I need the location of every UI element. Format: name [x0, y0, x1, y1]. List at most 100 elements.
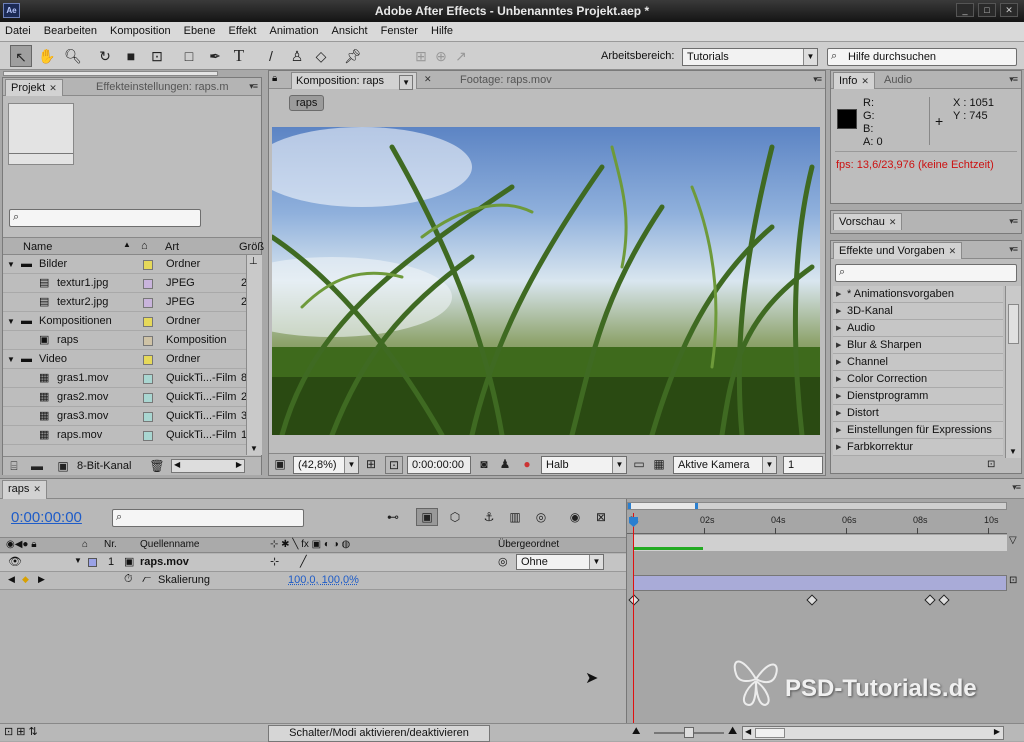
tab-audio[interactable]: Audio [879, 72, 917, 89]
text-tool-icon[interactable]: T [228, 45, 250, 67]
panel-menu-icon[interactable]: ▾≡ [1009, 74, 1018, 85]
graph-editor-icon[interactable]: ⊠ [590, 509, 612, 525]
help-search-field[interactable]: ⌕ Hilfe durchsuchen [827, 48, 1017, 66]
menu-fenster[interactable]: Fenster [376, 22, 423, 37]
scroll-down-icon[interactable]: ▼ [250, 444, 258, 453]
comp-mini-flowchart-icon[interactable]: ⊷ [382, 509, 404, 525]
effects-category[interactable]: Farbkorrektur [833, 439, 1003, 456]
view-axis-icon[interactable]: ↗ [450, 45, 472, 67]
label-color-swatch[interactable] [143, 298, 153, 308]
menu-animation[interactable]: Animation [265, 22, 324, 37]
axis-mode-icon[interactable]: ⊞ [410, 45, 432, 67]
menu-ansicht[interactable]: Ansicht [327, 22, 373, 37]
new-preset-icon[interactable]: ⊡ [987, 459, 995, 470]
close-icon[interactable]: ✕ [424, 74, 432, 85]
project-item[interactable]: ▦ gras3.mov QuickTi...-Film 3 [3, 407, 247, 426]
maximize-button[interactable]: □ [978, 3, 996, 17]
region-of-interest-icon[interactable]: ▭ [631, 456, 647, 472]
project-scrollbar[interactable]: ⊥ ▼ [246, 255, 262, 455]
new-folder-icon[interactable]: ▬ [29, 458, 45, 474]
trash-icon[interactable]: 🗑︎ [149, 458, 165, 474]
effects-category[interactable]: Audio [833, 320, 1003, 337]
hand-tool-icon[interactable]: ✋ [36, 45, 58, 67]
selection-tool-icon[interactable]: ↖ [10, 45, 32, 67]
clone-stamp-tool-icon[interactable]: ♙ [286, 45, 308, 67]
comp-timecode-field[interactable]: 0:00:00:00 [407, 456, 471, 474]
effects-category[interactable]: Color Correction [833, 371, 1003, 388]
snapshot-camera-icon[interactable]: ◙ [476, 456, 492, 472]
effects-category[interactable]: Einstellungen für Expressions [833, 422, 1003, 439]
comp-marker-icon[interactable]: ▽ [1009, 535, 1017, 546]
effects-category[interactable]: 3D-Kanal [833, 303, 1003, 320]
camera-tool-icon[interactable]: ■ [120, 45, 142, 67]
effects-scrollbar[interactable]: ▼ [1005, 286, 1021, 458]
show-snapshot-icon[interactable]: ♟ [497, 456, 513, 472]
expand-arrow-icon[interactable]: ▼ [7, 350, 15, 369]
keyframe[interactable] [938, 594, 950, 606]
label-color-swatch[interactable] [143, 393, 153, 403]
live-update-icon[interactable]: ▣ [416, 508, 438, 526]
pickwhip-icon[interactable]: ◎ [498, 555, 508, 568]
column-parent[interactable]: Übergeordnet [498, 539, 559, 550]
av-features-icon[interactable]: ◉◀● 🔒︎ [6, 539, 37, 550]
column-name[interactable]: Name [23, 241, 52, 253]
next-keyframe-icon[interactable]: ▶ [38, 574, 45, 585]
resolution-select[interactable]: Halb ▼ [541, 456, 627, 474]
scroll-right-icon[interactable]: ▶ [994, 727, 1000, 736]
add-keyframe-icon[interactable]: ◆ [22, 574, 29, 585]
panel-menu-icon[interactable]: ▾≡ [813, 74, 822, 85]
layer-duration-bar[interactable] [633, 575, 1007, 591]
project-item[interactable]: ▦ gras1.mov QuickTi...-Film 8 [3, 369, 247, 388]
column-size[interactable]: Größ [239, 241, 264, 253]
keyframe[interactable] [806, 594, 818, 606]
frame-blending-icon[interactable]: ▥ [504, 509, 526, 525]
transparency-grid-icon[interactable]: ▦ [651, 456, 667, 472]
switches-icons[interactable]: ⊹ ✱ ╲ fx ▣ ◐ ◑ ◍ [270, 539, 350, 550]
panel-menu-icon[interactable]: ▾≡ [1009, 244, 1018, 255]
effects-search-field[interactable]: ⌕ [835, 264, 1017, 282]
tab-effekte-vorgaben[interactable]: Effekte und Vorgaben ✕ [833, 242, 963, 259]
zoom-select[interactable]: (42,8%) ▼ [293, 456, 359, 474]
label-color-swatch[interactable] [143, 336, 153, 346]
motion-blur-icon[interactable]: ◎ [530, 509, 552, 525]
prev-keyframe-icon[interactable]: ◀ [8, 574, 15, 585]
tab-effekteinstellungen[interactable]: Effekteinstellungen: raps.m [91, 79, 233, 96]
parent-select[interactable]: Ohne ▼ [516, 554, 604, 570]
scroll-thumb[interactable] [1008, 304, 1019, 344]
label-color-swatch[interactable] [143, 374, 153, 384]
current-time-indicator[interactable] [633, 513, 634, 741]
rgb-channels-icon[interactable]: ● [519, 456, 535, 472]
keyframe[interactable] [924, 594, 936, 606]
close-icon[interactable]: ✕ [889, 217, 897, 227]
panel-menu-icon[interactable]: ▾≡ [249, 81, 258, 92]
timeline-timecode[interactable]: 0:00:00:00 [11, 509, 82, 526]
label-color-swatch[interactable] [143, 431, 153, 441]
project-item[interactable]: ▤ textur2.jpg JPEG 2 [3, 293, 247, 312]
scale-value[interactable]: 100,0, 100,0% [288, 574, 359, 586]
tab-info[interactable]: Info ✕ [833, 72, 875, 89]
view-layout-select[interactable]: 1 Ansi... [783, 456, 823, 474]
draft-3d-icon[interactable]: ⬡ [444, 509, 466, 525]
project-item[interactable]: ▼ ▬ Kompositionen Ordner [3, 312, 247, 331]
project-item[interactable]: ▦ raps.mov QuickTi...-Film 1 [3, 426, 247, 445]
quality-switch-icon[interactable]: ╱ [300, 555, 307, 568]
scroll-right-icon[interactable]: ▶ [236, 460, 242, 469]
pen-tool-icon[interactable]: ✒ [204, 45, 226, 67]
rotate-tool-icon[interactable]: ↻ [94, 45, 116, 67]
project-item[interactable]: ▼ ▬ Bilder Ordner [3, 255, 247, 274]
close-window-button[interactable]: ✕ [1000, 3, 1018, 17]
menu-ebene[interactable]: Ebene [179, 22, 221, 37]
menu-hilfe[interactable]: Hilfe [426, 22, 458, 37]
timeline-search-field[interactable]: ⌕ [112, 509, 304, 527]
always-preview-icon[interactable]: ▣ [272, 456, 288, 472]
zoom-slider-thumb[interactable] [684, 727, 694, 738]
workspace-select[interactable]: Tutorials ▼ [682, 48, 818, 66]
label-color-swatch[interactable] [143, 260, 153, 270]
new-composition-icon[interactable]: ▣ [55, 458, 71, 474]
layer-name[interactable]: raps.mov [140, 556, 189, 568]
layer-row[interactable]: 👁︎ ▼ 1 ▣ raps.mov ⊹ ╱ ◎ Ohne ▼ [0, 554, 626, 572]
grid-guides-icon[interactable]: ⊞ [363, 456, 379, 472]
timeline-track-area[interactable]: 0s02s04s06s08s10s ▽ ⊡ PSD-Tutorials.de ➤ [585, 499, 1024, 741]
flowchart-icon[interactable]: ⊥ [249, 256, 258, 267]
label-color-swatch[interactable] [143, 317, 153, 327]
